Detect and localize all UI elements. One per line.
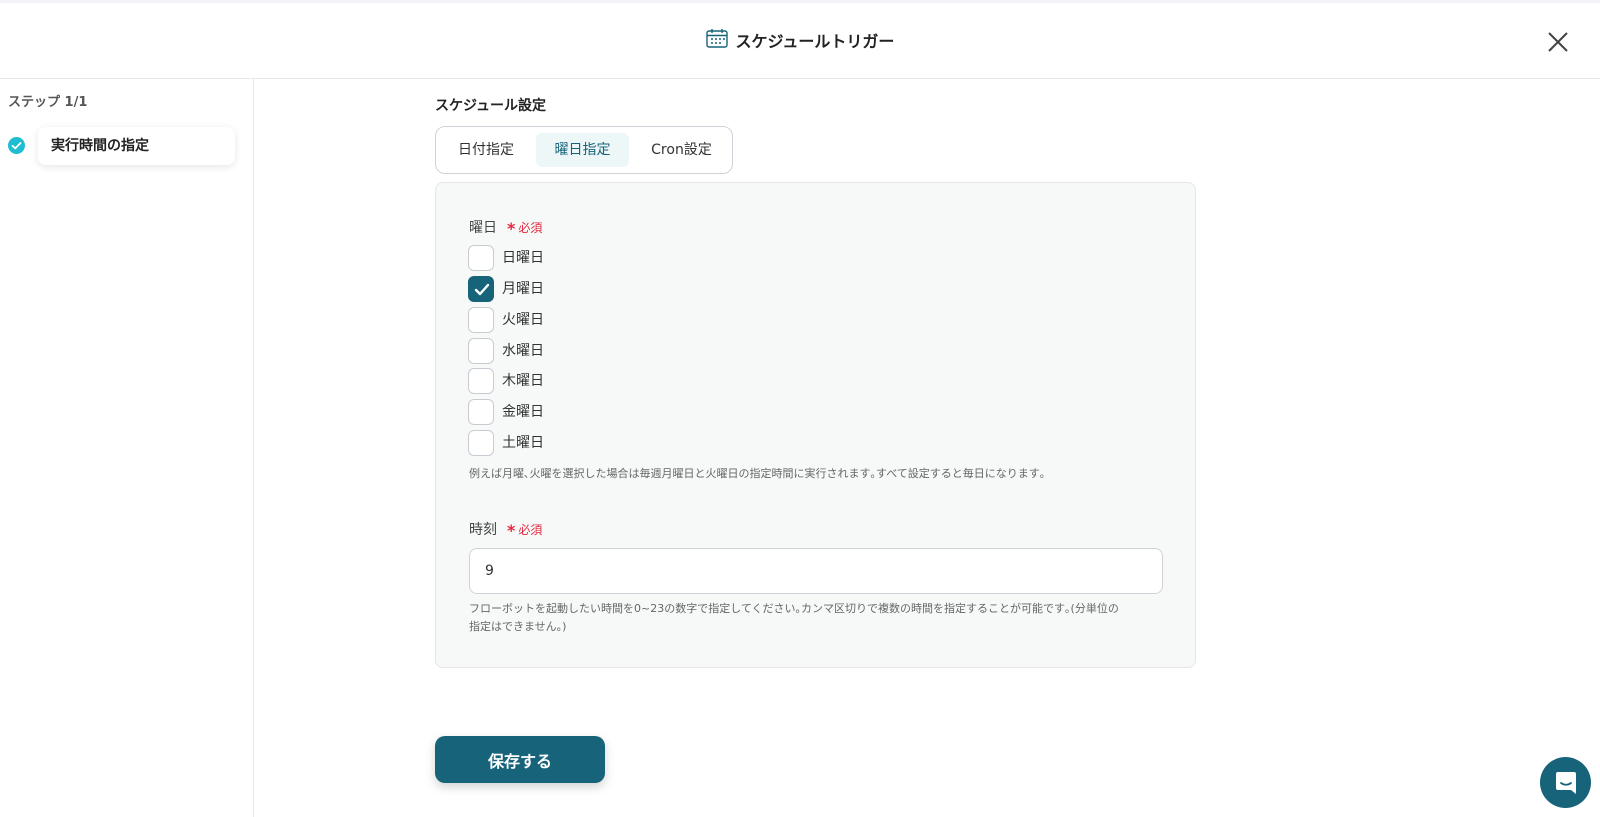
weekday-label: 曜日 bbox=[469, 220, 497, 236]
modal-header: スケジュールトリガー bbox=[0, 3, 1600, 79]
chat-support-button[interactable] bbox=[1540, 757, 1591, 808]
time-label: 時刻 bbox=[469, 522, 497, 538]
section-title: スケジュール設定 bbox=[435, 98, 547, 114]
checkbox-label: 金曜日 bbox=[502, 404, 544, 420]
checkbox-box[interactable] bbox=[468, 368, 494, 394]
time-help-line: 指定はできません｡) bbox=[469, 620, 567, 633]
checkbox-label: 木曜日 bbox=[502, 373, 544, 389]
close-icon bbox=[1548, 32, 1568, 52]
chat-icon bbox=[1556, 772, 1576, 794]
tab-date[interactable]: 日付指定 bbox=[441, 133, 531, 167]
checkbox-box[interactable] bbox=[468, 399, 494, 425]
checkbox-box[interactable] bbox=[468, 307, 494, 333]
checkbox-box[interactable] bbox=[468, 245, 494, 271]
checkmark-icon bbox=[474, 283, 490, 296]
sidebar: ステップ 1/1 実行時間の指定 bbox=[0, 79, 254, 817]
time-help-line: フローボットを起動したい時間を0~23の数字で指定してください｡カンマ区切りで複… bbox=[469, 602, 1119, 615]
checkbox-box[interactable] bbox=[468, 430, 494, 456]
checkbox-box[interactable] bbox=[468, 276, 494, 302]
checkbox-label: 水曜日 bbox=[502, 343, 544, 359]
modal-title: スケジュールトリガー bbox=[0, 27, 1600, 58]
required-badge: * 必須 bbox=[507, 219, 543, 238]
checkbox-label: 土曜日 bbox=[502, 435, 544, 451]
tab-weekday[interactable]: 曜日指定 bbox=[536, 133, 629, 167]
check-circle-icon bbox=[8, 137, 25, 154]
save-button[interactable]: 保存する bbox=[435, 736, 605, 783]
checkbox-box[interactable] bbox=[468, 338, 494, 364]
time-help-text: フローボットを起動したい時間を0~23の数字で指定してください｡カンマ区切りで複… bbox=[469, 600, 1119, 636]
calendar-icon bbox=[705, 28, 728, 58]
tab-cron[interactable]: Cron設定 bbox=[634, 133, 729, 167]
time-input[interactable] bbox=[469, 548, 1163, 594]
checkbox-label: 日曜日 bbox=[502, 250, 544, 266]
step-count: ステップ 1/1 bbox=[8, 95, 88, 110]
modal-title-text: スケジュールトリガー bbox=[735, 32, 895, 51]
schedule-tabs: 日付指定 曜日指定 Cron設定 bbox=[435, 126, 733, 174]
checkbox-label: 月曜日 bbox=[502, 281, 544, 297]
step-item-execution-time[interactable]: 実行時間の指定 bbox=[38, 127, 235, 165]
checkbox-label: 火曜日 bbox=[502, 312, 544, 328]
settings-panel: 曜日 * 必須 日曜日 月曜日 火曜日 水曜日 木曜日 金曜日 土曜日 例えば月曜… bbox=[435, 182, 1196, 668]
required-badge: * 必須 bbox=[507, 521, 543, 540]
close-button[interactable] bbox=[1543, 27, 1573, 57]
weekday-help-text: 例えば月曜､火曜を選択した場合は毎週月曜日と火曜日の指定時間に実行されます｡すべ… bbox=[469, 467, 1046, 480]
